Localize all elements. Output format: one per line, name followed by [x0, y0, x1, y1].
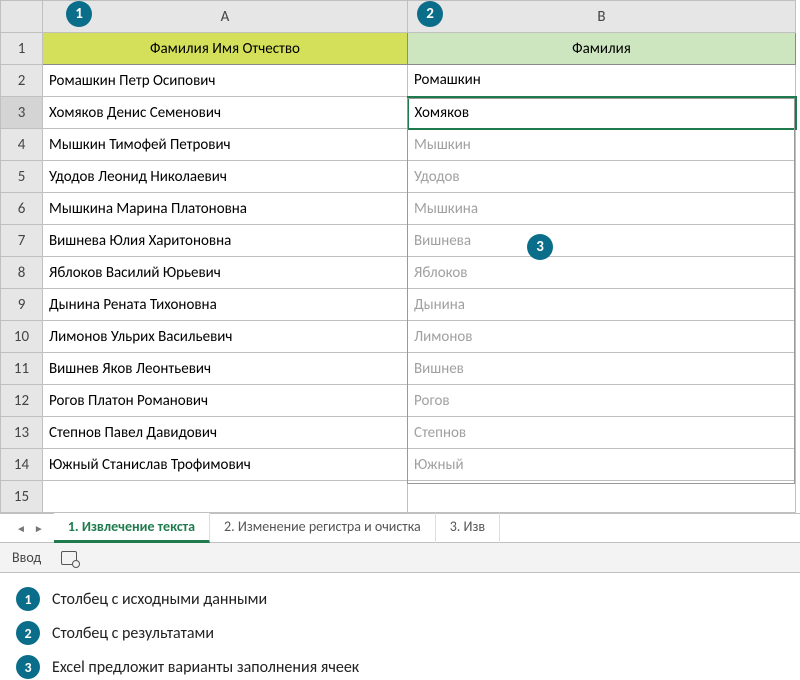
- cell-b[interactable]: [408, 481, 796, 513]
- table-row: 2Ромашкин Петр ОсиповичРомашкин: [1, 65, 796, 97]
- column-header-a[interactable]: A: [43, 1, 408, 33]
- table-row: 8Яблоков Василий ЮрьевичЯблоков: [1, 257, 796, 289]
- cell-b[interactable]: Фамилия: [408, 33, 796, 65]
- cell-b[interactable]: Хомяков: [408, 97, 796, 129]
- row-header[interactable]: 13: [1, 417, 43, 449]
- row-header[interactable]: 4: [1, 129, 43, 161]
- spreadsheet-grid[interactable]: A B 1Фамилия Имя ОтчествоФамилия2Ромашки…: [0, 0, 797, 513]
- sheet-tab[interactable]: 2. Изменение регистра и очистка: [210, 513, 436, 543]
- table-row: 3Хомяков Денис СеменовичХомяков: [1, 97, 796, 129]
- cell-b[interactable]: Ромашкин: [408, 65, 796, 97]
- table-row: 13Степнов Павел ДавидовичСтепнов: [1, 417, 796, 449]
- cell-b[interactable]: Вишнев: [408, 353, 796, 385]
- table-row: 15: [1, 481, 796, 513]
- row-header[interactable]: 6: [1, 193, 43, 225]
- legend-text-1: Столбец с исходными данными: [52, 590, 267, 609]
- cell-a[interactable]: Мышкин Тимофей Петрович: [43, 129, 408, 161]
- legend-text-3: Excel предложит варианты заполнения ячее…: [52, 658, 359, 677]
- tab-nav-arrows[interactable]: ◄ ►: [6, 522, 54, 535]
- table-row: 5Удодов Леонид НиколаевичУдодов: [1, 161, 796, 193]
- row-header[interactable]: 8: [1, 257, 43, 289]
- sheet-tab-strip: ◄ ► 1. Извлечение текста2. Изменение рег…: [0, 513, 800, 543]
- row-header[interactable]: 11: [1, 353, 43, 385]
- table-row: 6Мышкина Марина ПлатоновнаМышкина: [1, 193, 796, 225]
- macro-record-icon[interactable]: [61, 551, 77, 565]
- callout-badge-3: 3: [527, 234, 553, 260]
- cell-a[interactable]: Южный Станислав Трофимович: [43, 449, 408, 481]
- column-header-b[interactable]: B: [408, 1, 796, 33]
- select-all-corner[interactable]: [1, 1, 43, 33]
- row-header[interactable]: 9: [1, 289, 43, 321]
- table-row: 9Дынина Рената ТихоновнаДынина: [1, 289, 796, 321]
- cell-a[interactable]: Мышкина Марина Платоновна: [43, 193, 408, 225]
- legend-badge-3: 3: [16, 655, 40, 679]
- cell-b[interactable]: Яблоков: [408, 257, 796, 289]
- legend-item-3: 3 Excel предложит варианты заполнения яч…: [16, 655, 784, 679]
- table-row: 4Мышкин Тимофей ПетровичМышкин: [1, 129, 796, 161]
- tab-next-icon[interactable]: ►: [34, 522, 44, 535]
- cell-a[interactable]: Вишнева Юлия Харитоновна: [43, 225, 408, 257]
- cell-b[interactable]: Удодов: [408, 161, 796, 193]
- cell-a[interactable]: Ромашкин Петр Осипович: [43, 65, 408, 97]
- table-row: 1Фамилия Имя ОтчествоФамилия: [1, 33, 796, 65]
- callout-badge-2: 2: [417, 1, 443, 27]
- row-header[interactable]: 14: [1, 449, 43, 481]
- status-bar: Ввод: [0, 543, 800, 573]
- callout-badge-1: 1: [66, 1, 92, 27]
- cell-a[interactable]: Удодов Леонид Николаевич: [43, 161, 408, 193]
- cell-a[interactable]: Степнов Павел Давидович: [43, 417, 408, 449]
- cell-b[interactable]: Мышкин: [408, 129, 796, 161]
- tab-prev-icon[interactable]: ◄: [16, 522, 26, 535]
- table-row: 11Вишнев Яков ЛеонтьевичВишнев: [1, 353, 796, 385]
- row-header[interactable]: 15: [1, 481, 43, 513]
- cell-a[interactable]: Яблоков Василий Юрьевич: [43, 257, 408, 289]
- legend-badge-1: 1: [16, 587, 40, 611]
- legend-text-2: Столбец с результатами: [52, 624, 214, 643]
- legend-badge-2: 2: [16, 621, 40, 645]
- legend-item-1: 1 Столбец с исходными данными: [16, 587, 784, 611]
- cell-a[interactable]: Лимонов Ульрих Васильевич: [43, 321, 408, 353]
- table-row: 14Южный Станислав ТрофимовичЮжный: [1, 449, 796, 481]
- cell-b[interactable]: Вишнева: [408, 225, 796, 257]
- sheet-tab[interactable]: 3. Изв: [436, 513, 500, 543]
- cell-b[interactable]: Лимонов: [408, 321, 796, 353]
- cell-a[interactable]: Фамилия Имя Отчество: [43, 33, 408, 65]
- callout-legend: 1 Столбец с исходными данными 2 Столбец …: [0, 573, 800, 679]
- row-header[interactable]: 7: [1, 225, 43, 257]
- table-row: 10Лимонов Ульрих ВасильевичЛимонов: [1, 321, 796, 353]
- row-header[interactable]: 2: [1, 65, 43, 97]
- cell-a[interactable]: Дынина Рената Тихоновна: [43, 289, 408, 321]
- cell-a[interactable]: Хомяков Денис Семенович: [43, 97, 408, 129]
- row-header[interactable]: 5: [1, 161, 43, 193]
- cell-b[interactable]: Степнов: [408, 417, 796, 449]
- cell-b[interactable]: Рогов: [408, 385, 796, 417]
- cell-a[interactable]: Вишнев Яков Леонтьевич: [43, 353, 408, 385]
- sheet-tab[interactable]: 1. Извлечение текста: [54, 513, 210, 543]
- table-row: 7Вишнева Юлия ХаритоновнаВишнева: [1, 225, 796, 257]
- row-header[interactable]: 1: [1, 33, 43, 65]
- cell-a[interactable]: Рогов Платон Романович: [43, 385, 408, 417]
- cell-b[interactable]: Южный: [408, 449, 796, 481]
- status-mode: Ввод: [12, 549, 41, 566]
- row-header[interactable]: 12: [1, 385, 43, 417]
- cell-b[interactable]: Дынина: [408, 289, 796, 321]
- cell-a[interactable]: [43, 481, 408, 513]
- table-row: 12Рогов Платон РомановичРогов: [1, 385, 796, 417]
- row-header[interactable]: 10: [1, 321, 43, 353]
- cell-b[interactable]: Мышкина: [408, 193, 796, 225]
- row-header[interactable]: 3: [1, 97, 43, 129]
- legend-item-2: 2 Столбец с результатами: [16, 621, 784, 645]
